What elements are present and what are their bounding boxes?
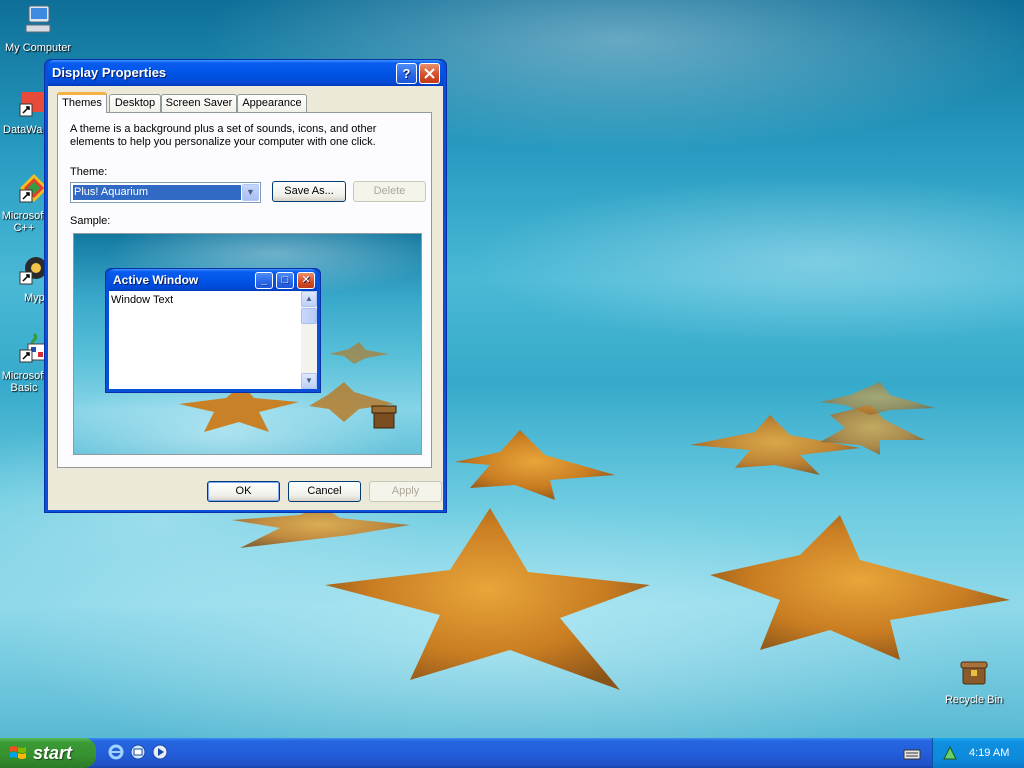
- themes-panel: A theme is a background plus a set of so…: [57, 112, 432, 468]
- theme-dropdown-value: Plus! Aquarium: [73, 185, 241, 200]
- window-title: Display Properties: [52, 65, 167, 80]
- keyboard-icon[interactable]: [903, 745, 921, 763]
- scroll-thumb: [301, 308, 317, 324]
- scroll-down-icon: ▼: [301, 373, 317, 389]
- help-button[interactable]: ?: [396, 63, 417, 84]
- desktop-icon-recycle-bin[interactable]: Recycle Bin: [936, 656, 1012, 706]
- sample-scrollbar: ▲ ▼: [301, 291, 317, 389]
- desktop-icon-visual-cpp[interactable]: Microsoft C++: [0, 172, 46, 234]
- recycle-bin-icon: [960, 661, 988, 685]
- tab-label: Screen Saver: [165, 97, 233, 109]
- scroll-up-icon: ▲: [301, 291, 317, 307]
- desktop-icon-label: Recycle Bin: [944, 694, 1004, 706]
- maximize-icon: □: [276, 272, 294, 289]
- network-icon[interactable]: [942, 745, 958, 761]
- start-button[interactable]: start: [0, 738, 96, 768]
- sample-window-title: Active Window: [113, 273, 199, 287]
- tab-label: Desktop: [114, 97, 156, 109]
- sample-label: Sample:: [70, 215, 111, 227]
- desktop-icon-label: Microsoft C++: [1, 210, 46, 234]
- delete-button[interactable]: Delete: [353, 181, 426, 202]
- visual-basic-icon: [19, 332, 46, 363]
- windows-flag-icon: [10, 746, 26, 759]
- desktop-icon-my-computer[interactable]: My Computer: [0, 4, 76, 54]
- shortcut-icon: [19, 257, 46, 285]
- dialog-client-area: Themes Desktop Screen Saver Appearance A…: [48, 86, 443, 510]
- sample-active-window: Active Window _ □ ✕ Window Text ▲ ▼: [105, 268, 321, 393]
- desktop-icon-label: DataWa: [3, 124, 43, 136]
- cancel-button[interactable]: Cancel: [288, 481, 361, 502]
- apply-button[interactable]: Apply: [369, 481, 442, 502]
- tab-label: Appearance: [242, 97, 302, 109]
- window-titlebar[interactable]: Display Properties ?: [48, 60, 443, 86]
- close-button[interactable]: [419, 63, 440, 84]
- media-player-icon[interactable]: [151, 743, 169, 761]
- my-computer-icon: [25, 5, 51, 33]
- visual-cpp-icon: [19, 174, 46, 203]
- save-as-button[interactable]: Save As...: [272, 181, 346, 202]
- system-tray: 4:19 AM: [932, 738, 1024, 768]
- desktop-icon-visual-basic[interactable]: Microsoft Basic: [0, 332, 46, 394]
- desktop-icon-myp[interactable]: Myp: [0, 254, 46, 304]
- theme-label: Theme:: [70, 166, 108, 178]
- clock[interactable]: 4:19 AM: [969, 738, 1009, 768]
- sample-window-text: Window Text: [111, 294, 174, 306]
- tab-desktop[interactable]: Desktop: [109, 94, 161, 112]
- internet-explorer-icon[interactable]: [107, 743, 125, 761]
- sample-window-titlebar: Active Window _ □ ✕: [109, 269, 317, 291]
- tab-screen-saver[interactable]: Screen Saver: [161, 94, 237, 112]
- ok-button[interactable]: OK: [207, 481, 280, 502]
- sample-window-body: Window Text ▲ ▼: [109, 291, 317, 389]
- desktop-icon-label: My Computer: [4, 42, 72, 54]
- start-label: start: [33, 743, 73, 763]
- display-properties-window: Display Properties ? Themes Desktop Scre…: [44, 59, 447, 513]
- shortcut-icon: [19, 92, 46, 117]
- chevron-down-icon[interactable]: ▼: [242, 184, 259, 201]
- desktop-icon-datawa[interactable]: DataWa: [0, 86, 46, 136]
- desktop-icon-label: Microsoft Basic: [1, 370, 46, 394]
- desktop-icon-label: Myp: [24, 292, 45, 304]
- minimize-icon: _: [255, 272, 273, 289]
- outlook-express-icon[interactable]: [129, 743, 147, 761]
- close-icon: [424, 68, 435, 79]
- theme-description: A theme is a background plus a set of so…: [70, 123, 377, 148]
- tab-appearance[interactable]: Appearance: [237, 94, 307, 112]
- tab-label: Themes: [62, 97, 102, 109]
- taskbar: start 4:19 AM: [0, 738, 1024, 768]
- theme-sample-preview: Active Window _ □ ✕ Window Text ▲ ▼: [73, 233, 422, 455]
- close-icon: ✕: [297, 272, 315, 289]
- theme-dropdown[interactable]: Plus! Aquarium ▼: [70, 182, 261, 203]
- tab-themes[interactable]: Themes: [57, 92, 107, 113]
